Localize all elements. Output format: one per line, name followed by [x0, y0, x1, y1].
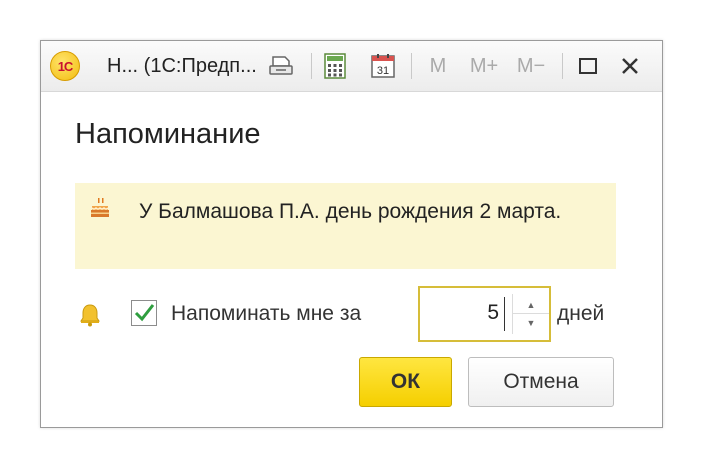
bell-icon — [79, 303, 101, 327]
reminder-message-panel: У Балмашова П.А. день рождения 2 марта. — [75, 183, 616, 269]
days-value[interactable]: 5 — [487, 301, 499, 325]
calendar-icon[interactable]: 31 — [369, 52, 397, 80]
remind-checkbox[interactable] — [131, 300, 157, 326]
close-icon[interactable] — [616, 52, 644, 80]
title-bar: 1С Н... (1С:Предп... 31 M M+ M− — [41, 41, 662, 92]
dialog-heading: Напоминание — [75, 118, 261, 150]
ok-button[interactable]: ОК — [359, 357, 452, 407]
1c-logo-icon[interactable]: 1С — [50, 51, 80, 81]
text-caret — [504, 297, 505, 331]
remind-label[interactable]: Напоминать мне за — [171, 302, 361, 326]
window-title: Н... (1С:Предп... — [107, 54, 257, 77]
cake-icon — [89, 197, 111, 219]
calendar-day: 31 — [377, 65, 389, 77]
reminder-window: 1С Н... (1С:Предп... 31 M M+ M− Напомина… — [40, 40, 663, 428]
spin-buttons[interactable]: ▲ ▼ — [512, 294, 549, 334]
spin-down-icon[interactable]: ▼ — [525, 317, 537, 329]
reminder-message: У Балмашова П.А. день рождения 2 марта. — [139, 200, 562, 223]
calculator-icon[interactable] — [321, 52, 349, 80]
checkmark-icon — [134, 304, 155, 322]
days-spin-input[interactable]: 5 ▲ ▼ — [418, 286, 551, 342]
maximize-icon[interactable] — [574, 52, 602, 80]
memory-minus-button[interactable]: M− — [513, 52, 549, 80]
spin-up-icon[interactable]: ▲ — [525, 299, 537, 311]
printer-icon[interactable] — [267, 52, 295, 80]
days-unit-label: дней — [557, 302, 605, 325]
memory-plus-button[interactable]: M+ — [466, 52, 502, 80]
dialog-content: Напоминание У Балмашова П.А. день рожден… — [41, 92, 662, 427]
cancel-button[interactable]: Отмена — [468, 357, 614, 407]
memory-button[interactable]: M — [426, 52, 450, 80]
